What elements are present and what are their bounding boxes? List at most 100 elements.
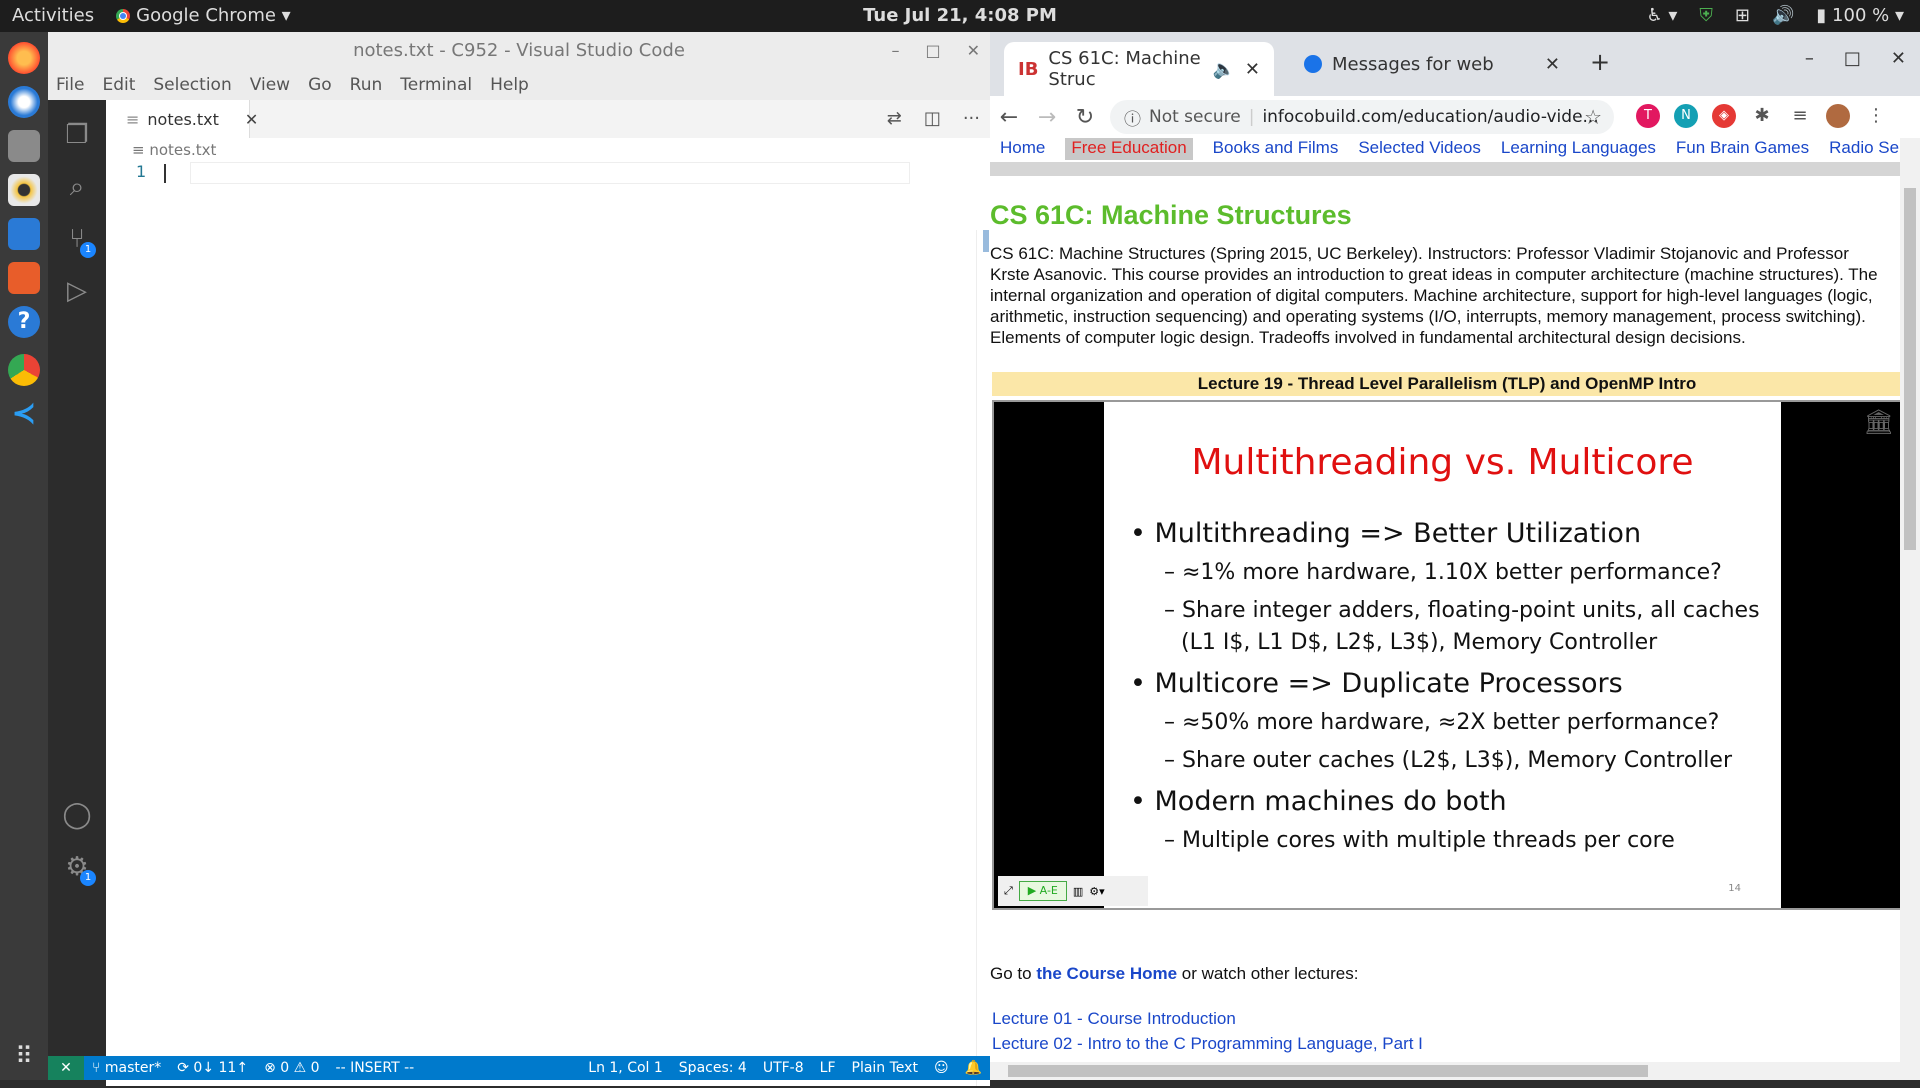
- menu-go[interactable]: Go: [308, 75, 332, 95]
- info-icon[interactable]: ⓘ: [1124, 105, 1141, 130]
- bookmark-star-icon[interactable]: ☆: [1584, 105, 1602, 129]
- files-icon[interactable]: [8, 130, 40, 162]
- cursor-position[interactable]: Ln 1, Col 1: [580, 1060, 671, 1076]
- breadcrumb-label: notes.txt: [149, 141, 217, 159]
- extensions-puzzle-icon[interactable]: ✱: [1750, 104, 1774, 128]
- tab-close-icon[interactable]: ✕: [1245, 59, 1260, 80]
- explorer-icon[interactable]: ❐: [62, 120, 92, 150]
- indentation[interactable]: Spaces: 4: [671, 1060, 755, 1076]
- profile-avatar[interactable]: [1826, 104, 1850, 128]
- scroll-thumb[interactable]: [1904, 188, 1916, 550]
- extension-t-icon[interactable]: T: [1636, 104, 1660, 128]
- rhythmbox-icon[interactable]: [8, 174, 40, 206]
- editor-line[interactable]: 1: [106, 162, 990, 184]
- search-icon[interactable]: ⌕: [62, 172, 92, 202]
- language-mode[interactable]: Plain Text: [844, 1060, 926, 1076]
- menu-help[interactable]: Help: [490, 75, 529, 95]
- branch-status[interactable]: ⑂ master*: [84, 1060, 169, 1076]
- extension-shield-icon[interactable]: ◈: [1712, 104, 1736, 128]
- volume-icon[interactable]: 🔊: [1772, 5, 1794, 26]
- clock[interactable]: Tue Jul 21, 4:08 PM: [0, 5, 1920, 26]
- encoding[interactable]: UTF-8: [755, 1060, 812, 1076]
- close-icon[interactable]: ✕: [967, 32, 980, 70]
- lecture-link[interactable]: Lecture 02 - Intro to the C Programming …: [990, 1031, 1920, 1056]
- extension-n-icon[interactable]: N: [1674, 104, 1698, 128]
- nav-learning-languages[interactable]: Learning Languages: [1501, 138, 1656, 160]
- archive-museum-icon[interactable]: 🏛: [1864, 408, 1894, 436]
- writer-icon[interactable]: [8, 218, 40, 250]
- video-player[interactable]: Multithreading vs. Multicore • Multithre…: [992, 400, 1902, 910]
- tab-close-icon[interactable]: ✕: [1545, 54, 1560, 75]
- account-icon[interactable]: ◯: [62, 800, 92, 830]
- run-debug-icon[interactable]: ▷: [62, 276, 92, 306]
- show-apps-icon[interactable]: ⠿: [8, 1042, 40, 1074]
- battery-status[interactable]: ▮ 100 % ▾: [1816, 5, 1904, 26]
- back-button[interactable]: ←: [990, 105, 1028, 130]
- notifications-bell-icon[interactable]: 🔔: [957, 1060, 990, 1076]
- nav-home[interactable]: Home: [1000, 138, 1045, 160]
- line-number: 1: [136, 162, 147, 181]
- manage-gear-icon[interactable]: ⚙ 1: [62, 852, 96, 886]
- menu-view[interactable]: View: [250, 75, 290, 95]
- page-horizontal-scrollbar[interactable]: [990, 1062, 1900, 1080]
- split-editor-icon[interactable]: ◫: [924, 108, 941, 129]
- software-icon[interactable]: [8, 262, 40, 294]
- course-home-link[interactable]: the Course Home: [1036, 964, 1177, 983]
- problems-status[interactable]: ⊗ 0 ⚠ 0: [256, 1060, 327, 1076]
- tab-close-icon[interactable]: ✕: [245, 110, 258, 129]
- shield-icon[interactable]: ⛨: [1699, 5, 1713, 26]
- feedback-icon[interactable]: ☺: [926, 1060, 957, 1076]
- remote-icon[interactable]: ✕: [48, 1056, 84, 1080]
- page-vertical-scrollbar[interactable]: [1900, 138, 1920, 1080]
- breadcrumb[interactable]: ≡ notes.txt: [106, 138, 990, 162]
- fullscreen-icon[interactable]: ⤢: [1004, 884, 1013, 898]
- nav-books-films[interactable]: Books and Films: [1213, 138, 1339, 160]
- nav-free-education[interactable]: Free Education: [1065, 138, 1193, 160]
- editor-scrollbar[interactable]: [976, 230, 990, 1086]
- reload-button[interactable]: ↻: [1066, 105, 1104, 130]
- error-icon: ⊗: [264, 1060, 276, 1076]
- site-nav: Home Free Education Books and Films Sele…: [990, 138, 1920, 160]
- tab-messages[interactable]: Messages for web ✕: [1290, 42, 1574, 86]
- maximize-icon[interactable]: □: [1844, 48, 1861, 69]
- minimize-icon[interactable]: –: [1805, 48, 1814, 69]
- maximize-icon[interactable]: □: [925, 32, 940, 70]
- menu-selection[interactable]: Selection: [153, 75, 231, 95]
- play-button[interactable]: ▶ A-E: [1018, 881, 1067, 901]
- menu-terminal[interactable]: Terminal: [400, 75, 472, 95]
- menu-run[interactable]: Run: [350, 75, 383, 95]
- address-bar[interactable]: ⓘ Not secure | infocobuild.com/education…: [1110, 100, 1614, 134]
- firefox-icon[interactable]: [8, 42, 40, 74]
- minimize-icon[interactable]: –: [891, 32, 899, 70]
- nav-selected-videos[interactable]: Selected Videos: [1358, 138, 1481, 160]
- accessibility-icon[interactable]: ♿ ▾: [1646, 5, 1677, 26]
- slide-bullet: • Multithreading => Better Utilization: [1130, 518, 1642, 549]
- help-icon[interactable]: ?: [8, 306, 40, 338]
- open-changes-icon[interactable]: ⇄: [887, 108, 902, 129]
- menu-edit[interactable]: Edit: [102, 75, 135, 95]
- new-tab-button[interactable]: +: [1590, 48, 1610, 76]
- thunderbird-icon[interactable]: [8, 86, 40, 118]
- end-of-line[interactable]: LF: [812, 1060, 844, 1076]
- tab-notes-txt[interactable]: ≡ notes.txt ✕: [106, 100, 258, 138]
- reading-list-icon[interactable]: ≡: [1788, 104, 1812, 128]
- settings-gear-icon[interactable]: ⚙▾: [1089, 885, 1104, 898]
- chrome-dock-icon[interactable]: [8, 354, 40, 386]
- vscode-icon[interactable]: ≺: [8, 398, 40, 430]
- scroll-thumb[interactable]: [1008, 1065, 1648, 1077]
- forward-button[interactable]: →: [1028, 105, 1066, 130]
- scm-badge: 1: [80, 242, 96, 258]
- nav-fun-brain-games[interactable]: Fun Brain Games: [1676, 138, 1809, 160]
- chrome-menu-icon[interactable]: ⋮: [1864, 104, 1888, 128]
- source-control-icon[interactable]: ⑂ 1: [62, 224, 96, 258]
- lecture-link[interactable]: Lecture 01 - Course Introduction: [990, 1006, 1920, 1031]
- playlist-icon[interactable]: ▥: [1073, 885, 1083, 898]
- more-actions-icon[interactable]: ···: [963, 108, 980, 129]
- close-icon[interactable]: ✕: [1891, 48, 1906, 69]
- vscode-window: notes.txt - C952 - Visual Studio Code – …: [48, 32, 990, 1086]
- sync-status[interactable]: ⟳ 0↓ 11↑: [169, 1060, 256, 1076]
- tab-cs61c[interactable]: IB CS 61C: Machine Struc 🔈 ✕: [1004, 42, 1274, 96]
- menu-file[interactable]: File: [56, 75, 84, 95]
- infocobuild-favicon-icon: IB: [1018, 58, 1039, 80]
- network-icon[interactable]: ⊞: [1735, 5, 1750, 26]
